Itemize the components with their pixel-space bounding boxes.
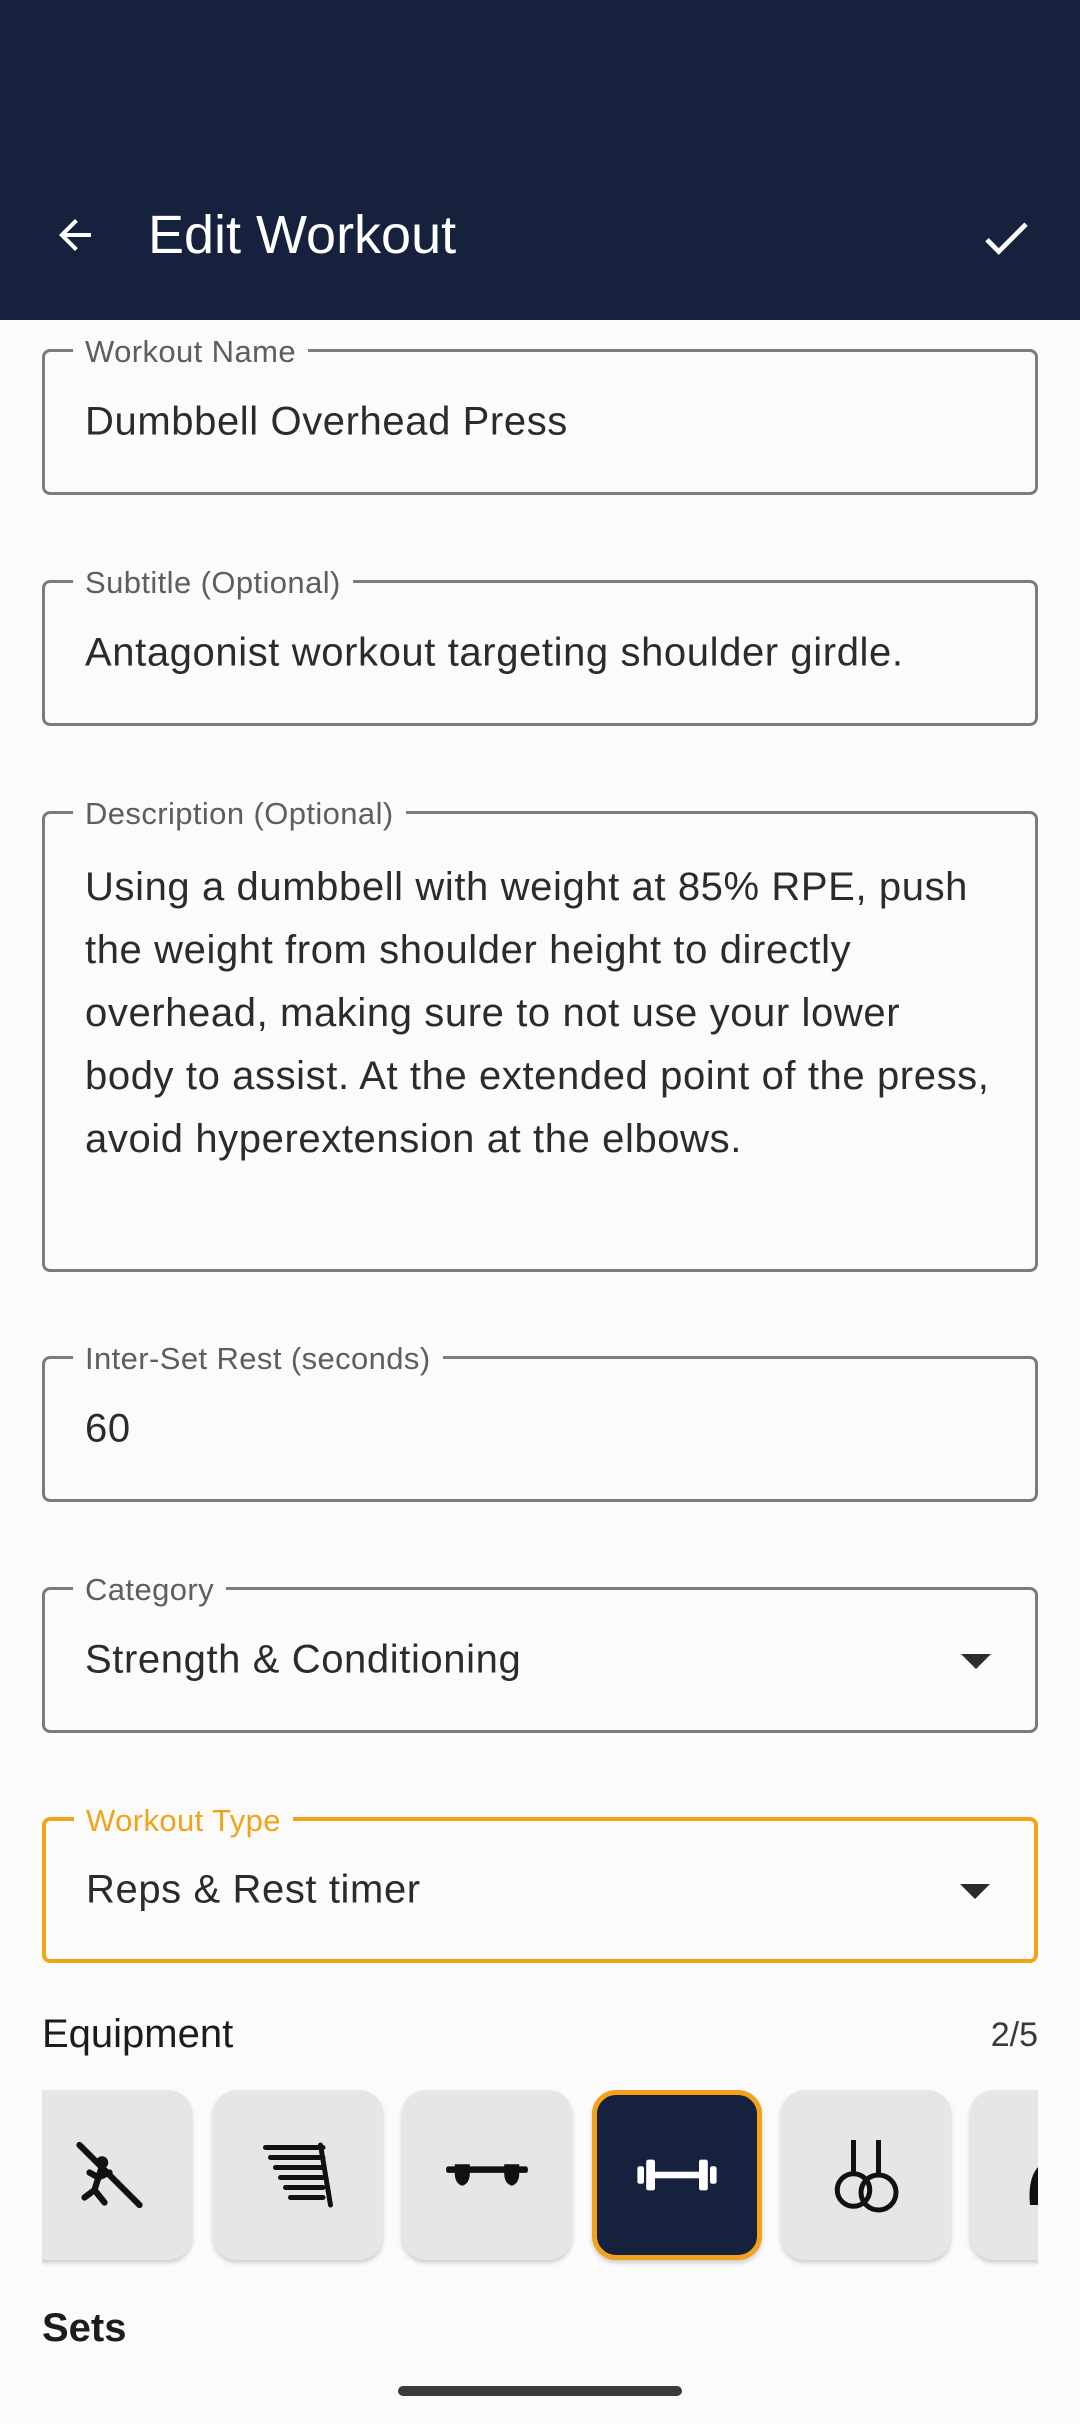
inter-set-rest-field[interactable]: Inter-Set Rest (seconds) 60 — [42, 1342, 1038, 1502]
kettlebell-icon — [1029, 2167, 1038, 2205]
form-scroll-area[interactable]: Workout Name Dumbbell Overhead Press Sub… — [0, 320, 1080, 2424]
dumbbell-icon — [637, 2159, 717, 2191]
equipment-tile-gymnastic-rings[interactable] — [781, 2090, 951, 2260]
equipment-tile-hangboard[interactable] — [213, 2090, 383, 2260]
gymnastic-rings-icon — [834, 2140, 899, 2213]
workout-name-field[interactable]: Workout Name Dumbbell Overhead Press — [42, 335, 1038, 495]
dropdown-arrow-icon — [960, 1884, 990, 1899]
workout-name-value: Dumbbell Overhead Press — [85, 399, 568, 444]
category-label: Category — [73, 1573, 226, 1607]
equipment-tile-climbing-wall[interactable] — [42, 2090, 192, 2260]
equipment-header: Equipment 2/5 — [42, 2012, 1038, 2062]
equipment-count: 2/5 — [990, 2016, 1038, 2054]
equipment-tile-pull-up-grips[interactable] — [402, 2090, 572, 2260]
description-field[interactable]: Description (Optional) Using a dumbbell … — [42, 797, 1038, 1272]
workout-name-label: Workout Name — [73, 335, 308, 369]
subtitle-field[interactable]: Subtitle (Optional) Antagonist workout t… — [42, 566, 1038, 726]
back-button[interactable] — [40, 200, 110, 270]
home-indicator[interactable] — [398, 2386, 682, 2396]
inter-set-rest-value: 60 — [85, 1406, 131, 1451]
sets-title: Sets — [42, 2306, 127, 2350]
inter-set-rest-label: Inter-Set Rest (seconds) — [73, 1342, 443, 1376]
pull-up-grips-icon — [446, 2164, 528, 2186]
equipment-tile-dumbbell[interactable] — [592, 2090, 762, 2260]
equipment-tile-kettlebell[interactable] — [970, 2090, 1038, 2260]
subtitle-value: Antagonist workout targeting shoulder gi… — [85, 630, 904, 675]
climbing-wall-icon — [76, 2141, 143, 2209]
workout-type-dropdown[interactable]: Workout Type Reps & Rest timer — [42, 1804, 1038, 1963]
description-value: Using a dumbbell with weight at 85% RPE,… — [85, 865, 990, 1161]
equipment-title: Equipment — [42, 2012, 234, 2056]
dropdown-arrow-icon — [961, 1654, 991, 1669]
hangboard-icon — [263, 2142, 333, 2208]
check-icon — [985, 222, 1028, 255]
page-title: Edit Workout — [148, 205, 457, 265]
description-label: Description (Optional) — [73, 797, 406, 831]
save-button[interactable] — [968, 200, 1044, 276]
workout-type-value: Reps & Rest timer — [86, 1867, 421, 1912]
category-dropdown[interactable]: Category Strength & Conditioning — [42, 1573, 1038, 1733]
category-value: Strength & Conditioning — [85, 1637, 522, 1682]
arrow-back-icon — [59, 219, 91, 251]
subtitle-label: Subtitle (Optional) — [73, 566, 353, 600]
equipment-carousel[interactable] — [42, 2090, 1038, 2270]
app-bar: Edit Workout — [0, 0, 1080, 320]
workout-type-label: Workout Type — [74, 1804, 293, 1838]
